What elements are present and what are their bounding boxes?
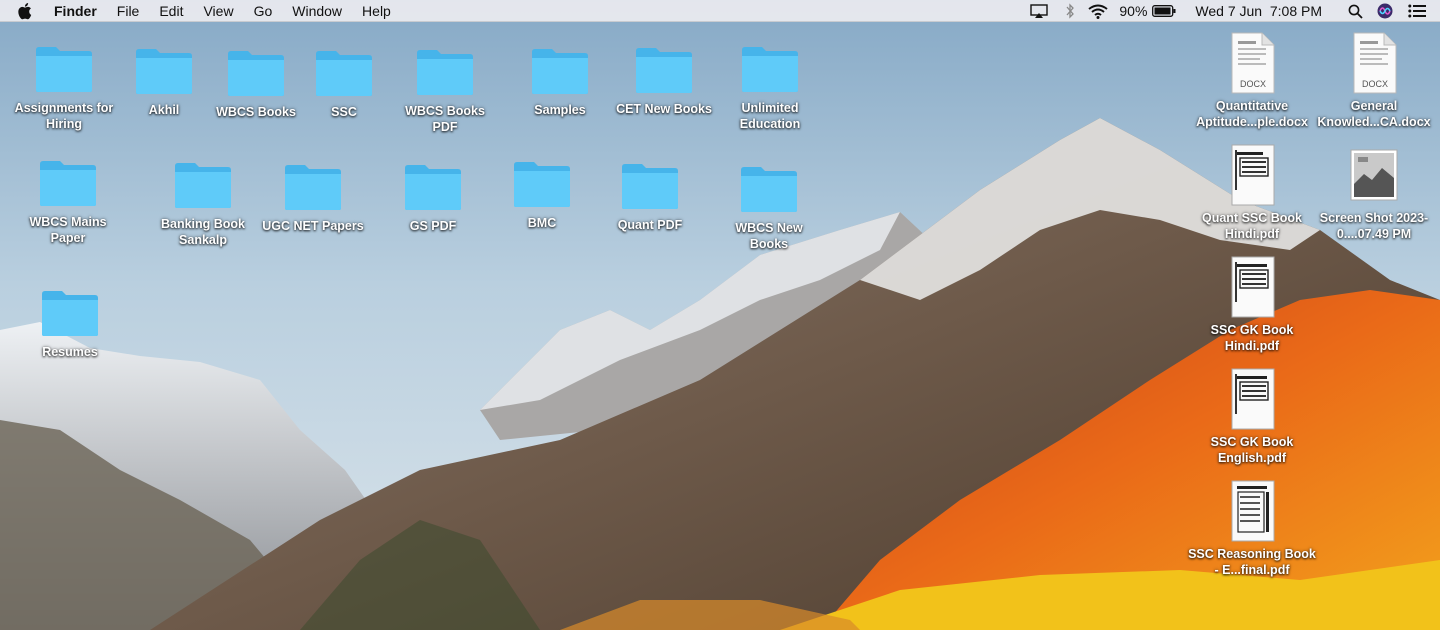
menu-file[interactable]: File [107, 0, 150, 22]
folder-akhil[interactable]: Akhil [112, 46, 216, 118]
folder-icon [42, 291, 98, 336]
file-quant-ssc-book-hindi-pdf[interactable]: Quant SSC Book Hindi.pdf [1200, 144, 1304, 242]
airplay-icon[interactable] [1021, 0, 1057, 22]
file-label: Quantitative Aptitude...ple.docx [1196, 99, 1308, 129]
folder-label: WBCS Mains Paper [29, 215, 107, 245]
folder-samples[interactable]: Samples [508, 46, 612, 118]
menubar-clock[interactable]: Wed 7 Jun 7:08 PM [1195, 0, 1322, 22]
pdf-file-icon [1231, 256, 1275, 318]
folder-icon [514, 162, 570, 207]
bluetooth-icon[interactable] [1057, 0, 1083, 22]
folder-icon [36, 47, 92, 92]
file-general-knowledge-docx[interactable]: DOCX General Knowled...CA.docx [1317, 32, 1431, 130]
folder-label: WBCS New Books [735, 221, 803, 251]
folder-label: SSC [331, 105, 357, 119]
folder-label: Banking Book Sankalp [160, 217, 246, 247]
folder-icon [40, 161, 96, 206]
folder-label: CET New Books [616, 102, 712, 116]
folder-icon [622, 164, 678, 209]
folder-icon [532, 49, 588, 94]
menu-edit[interactable]: Edit [149, 0, 193, 22]
docx-file-icon: DOCX [1231, 32, 1275, 94]
folder-icon [285, 165, 341, 210]
menu-help[interactable]: Help [352, 0, 401, 22]
notification-center-icon[interactable] [1400, 0, 1434, 22]
folder-icon [636, 48, 692, 93]
folder-label: Samples [534, 103, 586, 117]
folder-label: GS PDF [409, 219, 457, 233]
folder-label: UGC NET Papers [262, 219, 364, 233]
folder-label: Unlimited Education [739, 101, 801, 131]
file-label: SSC Reasoning Book - E...final.pdf [1188, 547, 1316, 577]
pdf-file-icon [1231, 144, 1275, 206]
folder-gs-pdf[interactable]: GS PDF [381, 162, 485, 234]
file-label: Screen Shot 2023-0....07.49 PM [1319, 211, 1429, 241]
menu-go[interactable]: Go [244, 0, 283, 22]
folder-label: WBCS Books PDF [405, 104, 485, 134]
folder-unlimited-education[interactable]: Unlimited Education [718, 44, 822, 132]
folder-resumes[interactable]: Resumes [18, 288, 122, 360]
menu-bar: Finder File Edit View Go Window Help 90%… [0, 0, 1440, 22]
battery-percent[interactable]: 90% [1119, 0, 1147, 22]
folder-quant-pdf[interactable]: Quant PDF [598, 161, 702, 233]
menu-app-name[interactable]: Finder [46, 0, 107, 22]
file-screen-shot[interactable]: Screen Shot 2023-0....07.49 PM [1320, 144, 1428, 242]
docx-badge: DOCX [1240, 79, 1266, 89]
folder-label: Quant PDF [617, 218, 683, 232]
folder-icon [417, 50, 473, 95]
folder-assignments-for-hiring[interactable]: Assignments for Hiring [12, 44, 116, 132]
folder-icon [742, 47, 798, 92]
folder-icon [741, 167, 797, 212]
folder-cet-new-books[interactable]: CET New Books [612, 45, 716, 117]
folder-icon [136, 49, 192, 94]
folder-label: Assignments for Hiring [14, 101, 114, 131]
pdf-file-icon [1231, 480, 1275, 542]
docx-badge: DOCX [1362, 79, 1388, 89]
folder-label: Resumes [42, 345, 98, 359]
folder-ssc[interactable]: SSC [292, 48, 396, 120]
docx-file-icon: DOCX [1353, 32, 1397, 94]
folder-ugc-net-papers[interactable]: UGC NET Papers [261, 162, 365, 234]
file-label: SSC GK Book English.pdf [1210, 435, 1294, 465]
folder-icon [175, 163, 231, 208]
apple-logo-icon[interactable] [18, 0, 38, 22]
folder-icon [316, 51, 372, 96]
folder-icon [228, 51, 284, 96]
file-ssc-gk-book-hindi-pdf[interactable]: SSC GK Book Hindi.pdf [1200, 256, 1304, 354]
file-ssc-reasoning-book-pdf[interactable]: SSC Reasoning Book - E...final.pdf [1188, 480, 1316, 578]
menu-window[interactable]: Window [282, 0, 352, 22]
file-label: General Knowled...CA.docx [1317, 99, 1431, 129]
file-label: SSC GK Book Hindi.pdf [1210, 323, 1294, 353]
folder-wbcs-books-pdf[interactable]: WBCS Books PDF [393, 47, 497, 135]
file-label: Quant SSC Book Hindi.pdf [1201, 211, 1302, 241]
menu-view[interactable]: View [193, 0, 243, 22]
file-ssc-gk-book-english-pdf[interactable]: SSC GK Book English.pdf [1200, 368, 1304, 466]
folder-icon [405, 165, 461, 210]
folder-label: BMC [527, 216, 557, 230]
folder-banking-book-sankalp[interactable]: Banking Book Sankalp [151, 160, 255, 248]
pdf-file-icon [1231, 368, 1275, 430]
folder-bmc[interactable]: BMC [490, 159, 594, 231]
file-quantitative-aptitude-docx[interactable]: DOCX Quantitative Aptitude...ple.docx [1196, 32, 1308, 130]
folder-wbcs-new-books[interactable]: WBCS New Books [717, 164, 821, 252]
siri-icon[interactable] [1370, 0, 1400, 22]
wifi-icon[interactable] [1083, 0, 1113, 22]
folder-wbcs-mains-paper[interactable]: WBCS Mains Paper [16, 158, 120, 246]
folder-label: Akhil [148, 103, 180, 117]
screenshot-image-icon [1350, 149, 1398, 201]
battery-icon[interactable] [1147, 0, 1181, 22]
spotlight-search-icon[interactable] [1340, 0, 1370, 22]
